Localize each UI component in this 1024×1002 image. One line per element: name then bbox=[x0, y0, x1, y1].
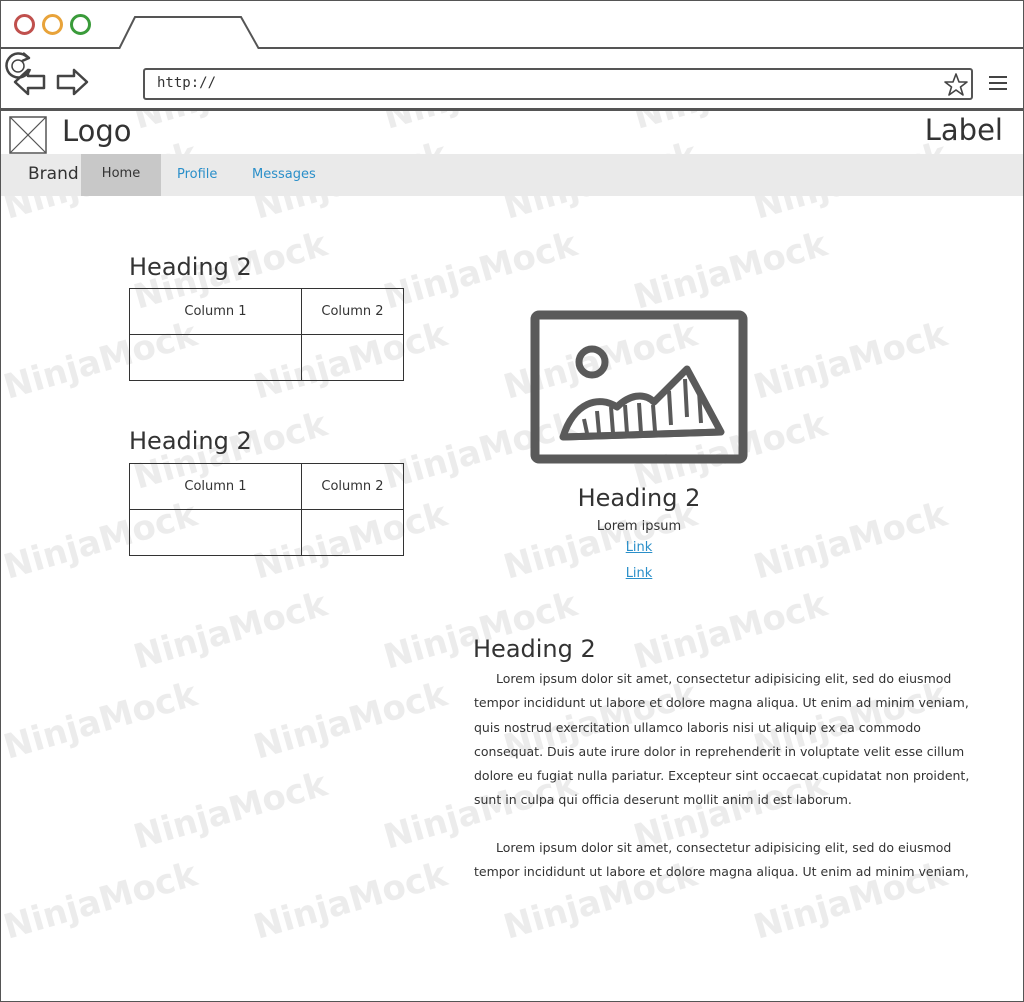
browser-toolbar: http:// bbox=[1, 49, 1023, 111]
column-header: Column 2 bbox=[301, 288, 404, 335]
image-card-text: Lorem ipsum bbox=[596, 519, 682, 534]
image-card-link-1: Link bbox=[531, 540, 747, 555]
data-table-1: Column 1 Column 2 bbox=[129, 288, 404, 381]
browser-tab[interactable] bbox=[119, 15, 259, 51]
table-cell bbox=[301, 334, 404, 381]
watermark-text: NinjaMock bbox=[0, 854, 202, 948]
header-label: Label bbox=[924, 113, 1003, 147]
nav-item-messages[interactable]: Messages bbox=[252, 167, 316, 182]
logo-text[interactable]: Logo bbox=[62, 114, 132, 148]
column-header: Column 2 bbox=[301, 463, 404, 510]
watermark-text: NinjaMock bbox=[129, 764, 332, 858]
link[interactable]: Link bbox=[626, 566, 653, 581]
table-row bbox=[129, 334, 404, 381]
watermark-text: NinjaMock bbox=[129, 584, 332, 678]
table-cell bbox=[129, 334, 302, 381]
title-bar bbox=[1, 1, 1023, 51]
browser-window: NinjaMock NinjaMock NinjaMock NinjaMock Ninj… bbox=[0, 0, 1024, 1002]
nav-bar: Brand Home Profile Messages bbox=[1, 154, 1023, 196]
minimize-window-button[interactable] bbox=[42, 14, 63, 35]
table-1-heading: Heading 2 bbox=[129, 253, 252, 281]
table-2-heading: Heading 2 bbox=[129, 427, 252, 455]
maximize-window-button[interactable] bbox=[70, 14, 91, 35]
column-header: Column 1 bbox=[129, 463, 302, 510]
watermark-text: NinjaMock bbox=[0, 674, 202, 768]
paragraph-2: Lorem ipsum dolor sit amet, consectetur … bbox=[474, 840, 969, 880]
watermark-text: NinjaMock bbox=[249, 674, 452, 768]
image-card-link-2: Link bbox=[531, 566, 747, 581]
forward-arrow-icon[interactable] bbox=[55, 67, 89, 97]
back-arrow-icon[interactable] bbox=[13, 67, 47, 97]
nav-brand[interactable]: Brand bbox=[28, 164, 79, 184]
paragraph-1: Lorem ipsum dolor sit amet, consectetur … bbox=[474, 671, 970, 808]
image-card-heading: Heading 2 bbox=[577, 484, 701, 512]
text-section-heading: Heading 2 bbox=[473, 635, 596, 663]
page-header: Logo Label bbox=[1, 113, 1023, 155]
url-text[interactable]: http:// bbox=[157, 75, 216, 91]
watermark-text: NinjaMock bbox=[629, 224, 832, 318]
watermark-text: NinjaMock bbox=[379, 224, 582, 318]
table-row bbox=[129, 509, 404, 556]
nav-item-label: Home bbox=[101, 166, 141, 181]
logo-image-placeholder bbox=[9, 116, 47, 154]
image-placeholder-icon bbox=[530, 310, 748, 464]
hamburger-menu-icon[interactable] bbox=[987, 73, 1009, 93]
watermark-text: NinjaMock bbox=[379, 584, 582, 678]
table-header-row: Column 1 Column 2 bbox=[129, 463, 404, 510]
bookmark-star-icon[interactable] bbox=[943, 72, 969, 98]
watermark-text: NinjaMock bbox=[249, 854, 452, 948]
column-header: Column 1 bbox=[129, 288, 302, 335]
watermark-text: NinjaMock bbox=[749, 494, 952, 588]
link[interactable]: Link bbox=[626, 540, 653, 555]
nav-item-profile[interactable]: Profile bbox=[177, 167, 217, 182]
watermark-text: NinjaMock bbox=[749, 314, 952, 408]
table-header-row: Column 1 Column 2 bbox=[129, 288, 404, 335]
address-bar[interactable]: http:// bbox=[143, 68, 973, 100]
watermark-text: NinjaMock bbox=[629, 584, 832, 678]
table-cell bbox=[129, 509, 302, 556]
nav-item-home[interactable]: Home bbox=[81, 154, 161, 196]
close-window-button[interactable] bbox=[14, 14, 35, 35]
table-cell bbox=[301, 509, 404, 556]
data-table-2: Column 1 Column 2 bbox=[129, 463, 404, 556]
